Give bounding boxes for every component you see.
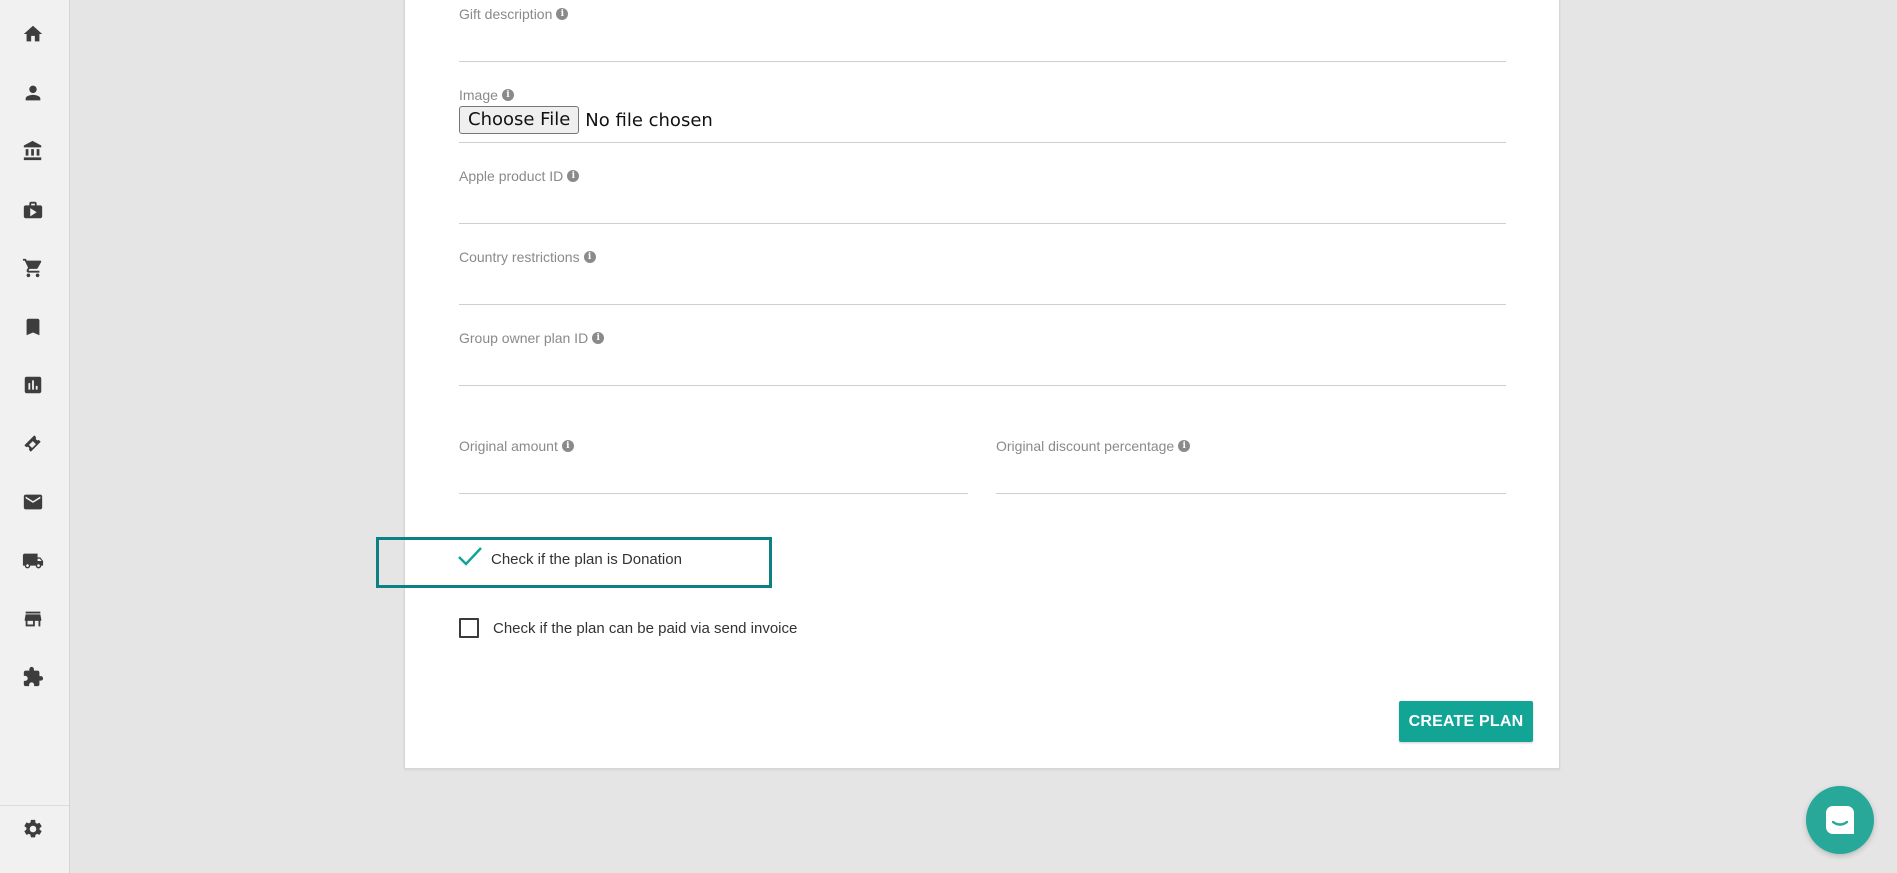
gift-description-field[interactable]: Gift description i xyxy=(459,6,1506,63)
file-status-text: No file chosen xyxy=(585,109,713,131)
sidebar xyxy=(0,0,70,873)
sidebar-divider xyxy=(0,805,69,806)
group-owner-plan-id-label: Group owner plan ID xyxy=(459,330,589,346)
store-icon[interactable] xyxy=(20,606,46,632)
image-divider xyxy=(459,142,1506,143)
ticket-icon[interactable] xyxy=(20,431,46,457)
send-invoice-checkbox-row[interactable]: Check if the plan can be paid via send i… xyxy=(459,618,797,638)
group-owner-plan-id-field[interactable]: Group owner plan ID i xyxy=(459,330,1506,387)
choose-file-button[interactable]: Choose File xyxy=(459,106,580,134)
info-icon[interactable]: i xyxy=(561,440,574,452)
cart-icon[interactable] xyxy=(20,255,46,281)
briefcase-icon[interactable] xyxy=(20,197,46,223)
group-owner-plan-id-input-line[interactable] xyxy=(459,385,1506,386)
send-invoice-checkbox-label: Check if the plan can be paid via send i… xyxy=(493,619,798,637)
checkmark-icon[interactable] xyxy=(457,545,483,573)
original-discount-percentage-field[interactable]: Original discount percentage i xyxy=(996,438,1506,495)
original-amount-label: Original amount xyxy=(459,438,558,454)
original-discount-percentage-label: Original discount percentage xyxy=(996,438,1175,454)
image-label: Image xyxy=(459,87,498,103)
create-plan-button[interactable]: CREATE PLAN xyxy=(1399,701,1533,742)
bookmark-icon[interactable] xyxy=(20,314,46,340)
file-input[interactable]: Choose File No file chosen xyxy=(459,106,1506,134)
truck-icon[interactable] xyxy=(20,548,46,574)
apple-product-id-field[interactable]: Apple product ID i xyxy=(459,168,1506,225)
country-restrictions-label: Country restrictions xyxy=(459,249,580,265)
chat-launcher[interactable] xyxy=(1806,786,1874,854)
gift-description-input-line[interactable] xyxy=(459,61,1506,62)
country-restrictions-field[interactable]: Country restrictions i xyxy=(459,249,1506,306)
bar-chart-icon[interactable] xyxy=(20,372,46,398)
mail-icon[interactable] xyxy=(20,489,46,515)
original-amount-field[interactable]: Original amount i xyxy=(459,438,968,495)
gift-description-label: Gift description xyxy=(459,6,553,22)
send-invoice-checkbox[interactable] xyxy=(459,618,479,638)
info-icon[interactable]: i xyxy=(583,251,596,263)
bank-icon[interactable] xyxy=(20,138,46,164)
donation-checkbox-row[interactable]: Check if the plan is Donation xyxy=(457,545,682,573)
original-discount-percentage-input-line[interactable] xyxy=(996,493,1506,494)
home-icon[interactable] xyxy=(20,21,46,47)
gear-icon[interactable] xyxy=(20,816,46,842)
info-icon[interactable]: i xyxy=(592,332,605,344)
puzzle-icon[interactable] xyxy=(20,664,46,690)
apple-product-id-label: Apple product ID xyxy=(459,168,564,184)
info-icon[interactable]: i xyxy=(501,89,514,101)
apple-product-id-input-line[interactable] xyxy=(459,223,1506,224)
info-icon[interactable]: i xyxy=(556,8,569,20)
image-field: Image i Choose File No file chosen xyxy=(459,87,1506,144)
person-icon[interactable] xyxy=(20,80,46,106)
info-icon[interactable]: i xyxy=(567,170,580,182)
info-icon[interactable]: i xyxy=(1178,440,1191,452)
donation-checkbox-label: Check if the plan is Donation xyxy=(491,550,682,568)
country-restrictions-input-line[interactable] xyxy=(459,304,1506,305)
chat-icon xyxy=(1826,806,1854,834)
original-amount-input-line[interactable] xyxy=(459,493,968,494)
